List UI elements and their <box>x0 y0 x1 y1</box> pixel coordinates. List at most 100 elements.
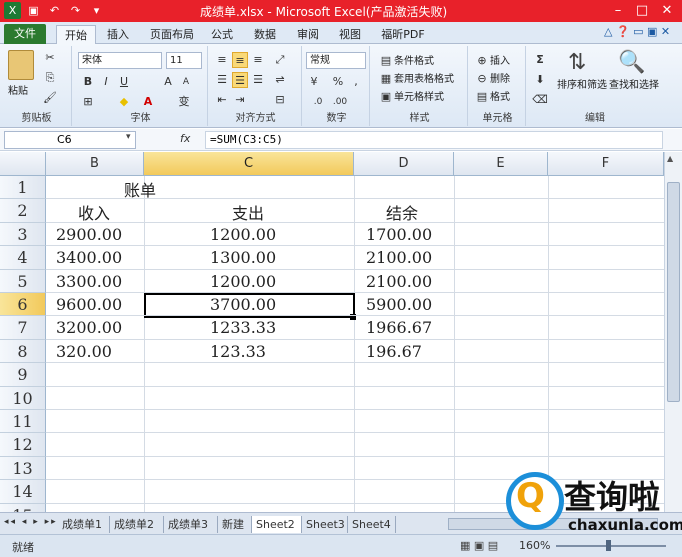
data-cell[interactable]: 320.00 <box>56 342 112 361</box>
shrink-font-icon[interactable]: A <box>178 74 194 90</box>
align-center-icon[interactable]: ☰ <box>232 72 248 88</box>
tab-home[interactable]: 开始 <box>56 25 96 44</box>
paste-icon[interactable] <box>8 50 34 80</box>
sheet-tab[interactable]: Sheet3 <box>302 516 348 533</box>
merge-center-icon[interactable]: ⊟ <box>272 92 288 108</box>
row-header[interactable]: 1 <box>0 176 46 200</box>
sheet-tab[interactable]: 成绩单2 <box>110 516 164 533</box>
sheet-nav-icon[interactable]: ◂◂ ◂ ▸ ▸▸ <box>4 517 58 527</box>
data-cell[interactable]: 3200.00 <box>56 318 122 337</box>
data-cell[interactable]: 3300.00 <box>56 272 122 291</box>
help-icon[interactable]: △ ❓ ▭ ▣ ✕ <box>604 25 670 38</box>
column-header-b[interactable]: B <box>46 152 144 176</box>
format-painter-icon[interactable]: 🖌 <box>42 90 58 106</box>
insert-cells-button[interactable]: ⊕ 插入 <box>474 52 510 69</box>
tab-formulas[interactable]: 公式 <box>206 25 238 44</box>
sheet-tab[interactable]: Sheet2 <box>252 516 302 533</box>
data-cell[interactable]: 2100.00 <box>366 272 432 291</box>
phonetic-icon[interactable]: 变 <box>176 94 192 110</box>
conditional-format-button[interactable]: ▤ 条件格式 <box>378 52 434 69</box>
align-left-icon[interactable]: ☰ <box>214 72 230 88</box>
delete-cells-button[interactable]: ⊖ 删除 <box>474 70 510 87</box>
column-header-c[interactable]: C <box>144 152 354 176</box>
tab-review[interactable]: 审阅 <box>292 25 324 44</box>
autosum-button[interactable]: Σ <box>532 52 548 68</box>
decrease-indent-icon[interactable]: ⇤ <box>214 92 230 108</box>
number-format-select[interactable]: 常规 <box>306 52 366 69</box>
row-header[interactable]: 7 <box>0 316 46 340</box>
border-icon[interactable]: ⊞ <box>80 94 96 110</box>
view-buttons-icon[interactable]: ▦ ▣ ▤ <box>460 539 498 552</box>
data-cell[interactable]: 5900.00 <box>366 295 432 314</box>
currency-icon[interactable]: ¥ <box>306 74 322 90</box>
copy-icon[interactable]: ⎘ <box>42 70 58 86</box>
row-header[interactable]: 9 <box>0 363 46 387</box>
customize-qat-icon[interactable]: ▾ <box>88 2 105 19</box>
sheet-tab[interactable]: 新建 <box>218 516 252 533</box>
font-color-icon[interactable]: A <box>140 94 156 110</box>
font-size-select[interactable]: 11 <box>166 52 202 69</box>
orientation-icon[interactable]: ⤢ <box>272 52 288 68</box>
fill-color-icon[interactable]: ◆ <box>116 94 132 110</box>
format-as-table-button[interactable]: ▦ 套用表格格式 <box>378 70 454 87</box>
maximize-button[interactable]: □ <box>630 1 654 20</box>
tab-page-layout[interactable]: 页面布局 <box>144 25 200 44</box>
cell-header-balance[interactable]: 结余 <box>386 200 418 224</box>
data-cell[interactable]: 2100.00 <box>366 248 432 267</box>
minimize-button[interactable]: – <box>606 1 630 20</box>
cell-header-expense[interactable]: 支出 <box>232 200 264 224</box>
sheet-tab[interactable]: 成绩单1 <box>58 516 110 533</box>
align-middle-icon[interactable]: ≡ <box>232 52 248 68</box>
underline-button[interactable]: U <box>116 74 132 90</box>
font-name-select[interactable]: 宋体 <box>78 52 162 69</box>
bold-button[interactable]: B <box>80 74 96 90</box>
select-all-corner[interactable] <box>0 152 46 176</box>
row-header[interactable]: 5 <box>0 269 46 293</box>
insert-function-button[interactable]: fx <box>180 132 190 145</box>
column-header-e[interactable]: E <box>454 152 548 176</box>
data-cell[interactable]: 1966.67 <box>366 318 432 337</box>
close-button[interactable]: ✕ <box>655 1 679 20</box>
row-header[interactable]: 2 <box>0 199 46 223</box>
row-header[interactable]: 14 <box>0 480 46 504</box>
data-cell[interactable]: 1300.00 <box>210 248 276 267</box>
clear-icon[interactable]: ⌫ <box>532 92 548 108</box>
sort-filter-icon[interactable]: ⇅ <box>568 50 586 75</box>
tab-data[interactable]: 数据 <box>249 25 281 44</box>
data-cell[interactable]: 123.33 <box>210 342 266 361</box>
grow-font-icon[interactable]: A <box>160 74 176 90</box>
data-cell[interactable]: 3400.00 <box>56 248 122 267</box>
row-header[interactable]: 13 <box>0 456 46 481</box>
vertical-scrollbar[interactable]: ▲ <box>664 152 682 512</box>
data-cell[interactable]: 1200.00 <box>210 225 276 244</box>
row-header[interactable]: 10 <box>0 386 46 410</box>
cell-header-income[interactable]: 收入 <box>78 200 110 224</box>
row-header[interactable]: 12 <box>0 433 46 457</box>
scroll-up-icon[interactable]: ▲ <box>667 154 673 163</box>
row-header[interactable]: 11 <box>0 410 46 434</box>
sheet-tab[interactable]: Sheet4 <box>348 516 396 533</box>
data-cell[interactable]: 3700.00 <box>210 295 276 314</box>
row-header[interactable]: 4 <box>0 246 46 270</box>
data-cell[interactable]: 1233.33 <box>210 318 276 337</box>
italic-button[interactable]: I <box>98 74 114 90</box>
data-cell[interactable]: 1700.00 <box>366 225 432 244</box>
fill-icon[interactable]: ⬇ <box>532 72 548 88</box>
row-header[interactable]: 8 <box>0 339 46 364</box>
tab-foxit-pdf[interactable]: 福昕PDF <box>375 25 431 44</box>
name-box[interactable]: C6 <box>4 131 136 149</box>
find-select-icon[interactable]: 🔍 <box>618 50 645 75</box>
sheet-tab[interactable]: 成绩单3 <box>164 516 218 533</box>
column-header-f[interactable]: F <box>548 152 664 176</box>
increase-indent-icon[interactable]: ⇥ <box>232 92 248 108</box>
align-right-icon[interactable]: ☰ <box>250 72 266 88</box>
cell-title[interactable]: 账单 <box>124 177 156 201</box>
scroll-thumb[interactable] <box>667 182 680 402</box>
increase-decimal-icon[interactable]: .0 <box>310 94 326 110</box>
decrease-decimal-icon[interactable]: .00 <box>332 94 348 110</box>
wrap-text-icon[interactable]: ⇌ <box>272 72 288 88</box>
sort-filter-button[interactable]: 排序和筛选 <box>556 80 608 92</box>
tab-file[interactable]: 文件 <box>4 24 46 44</box>
comma-button[interactable]: , <box>348 74 364 90</box>
paste-button[interactable]: 粘贴 <box>8 82 28 97</box>
